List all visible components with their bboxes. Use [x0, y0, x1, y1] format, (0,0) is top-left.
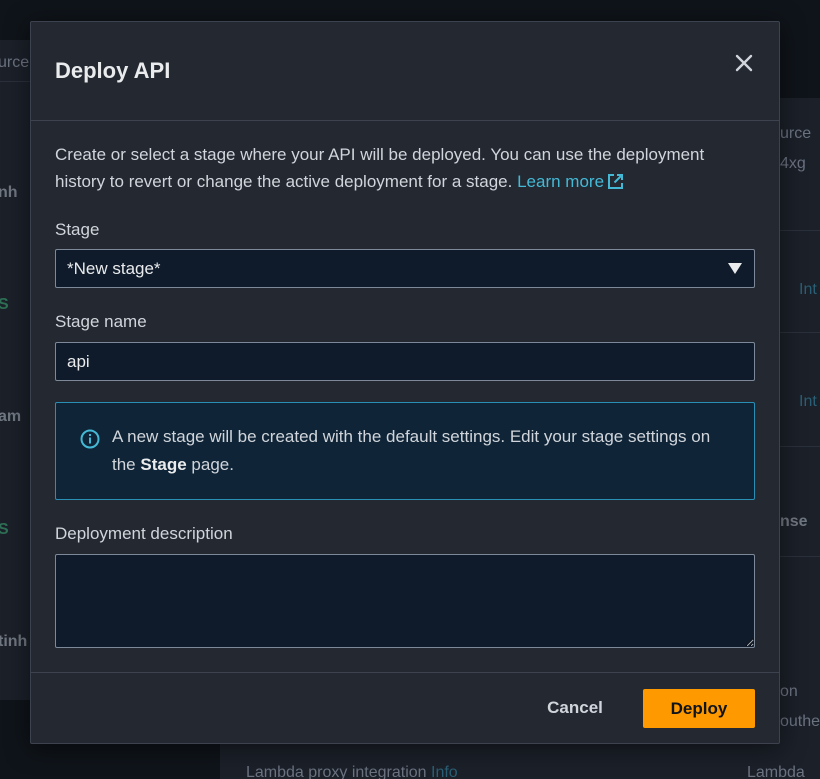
background-text: Lambda [747, 764, 805, 779]
info-text-stage: Stage [140, 455, 187, 474]
background-text: Lambda proxy integration Info [246, 764, 458, 779]
stage-select[interactable]: *New stage* [55, 249, 755, 288]
deployment-description-textarea[interactable] [55, 554, 755, 648]
cancel-button[interactable]: Cancel [535, 689, 615, 727]
info-alert-text: A new stage will be created with the def… [112, 423, 732, 479]
background-text: S [0, 296, 9, 313]
learn-more-label: Learn more [517, 172, 605, 191]
background-text: Int [799, 393, 817, 410]
caret-down-icon [728, 263, 742, 274]
external-link-icon [608, 174, 624, 189]
background-text: nh [0, 184, 18, 201]
deployment-description-label: Deployment description [55, 524, 233, 543]
learn-more-link[interactable]: Learn more [517, 172, 624, 191]
deploy-button[interactable]: Deploy [643, 689, 755, 728]
background-text: nse [780, 513, 808, 530]
modal-footer: Cancel Deploy [31, 672, 779, 744]
info-alert: A new stage will be created with the def… [55, 402, 755, 500]
info-text-part: page. [191, 455, 234, 474]
deploy-api-modal: Deploy API Create or select a stage wher… [30, 21, 780, 744]
close-button[interactable] [731, 50, 757, 76]
close-icon [735, 54, 753, 72]
background-text: tinh [0, 633, 28, 650]
background-text: Lambda proxy integration [246, 764, 427, 779]
info-icon [80, 429, 100, 449]
background-text: S [0, 521, 9, 538]
stage-name-label: Stage name [55, 312, 147, 331]
background-text: am [0, 408, 22, 425]
background-text: on [780, 683, 798, 700]
intro-text: Create or select a stage where your API … [55, 141, 755, 195]
background-info-link: Info [431, 764, 458, 779]
background-text: urce [0, 54, 30, 71]
modal-title: Deploy API [55, 58, 171, 83]
background-text: 4xg [780, 155, 806, 172]
background-text: outhe [780, 713, 820, 730]
background-text: urce [780, 125, 812, 142]
stage-label: Stage [55, 220, 100, 239]
modal-header: Deploy API [31, 22, 779, 121]
background-text: Int [799, 281, 817, 298]
stage-name-input[interactable] [55, 342, 755, 381]
stage-select-value: *New stage* [67, 259, 161, 278]
